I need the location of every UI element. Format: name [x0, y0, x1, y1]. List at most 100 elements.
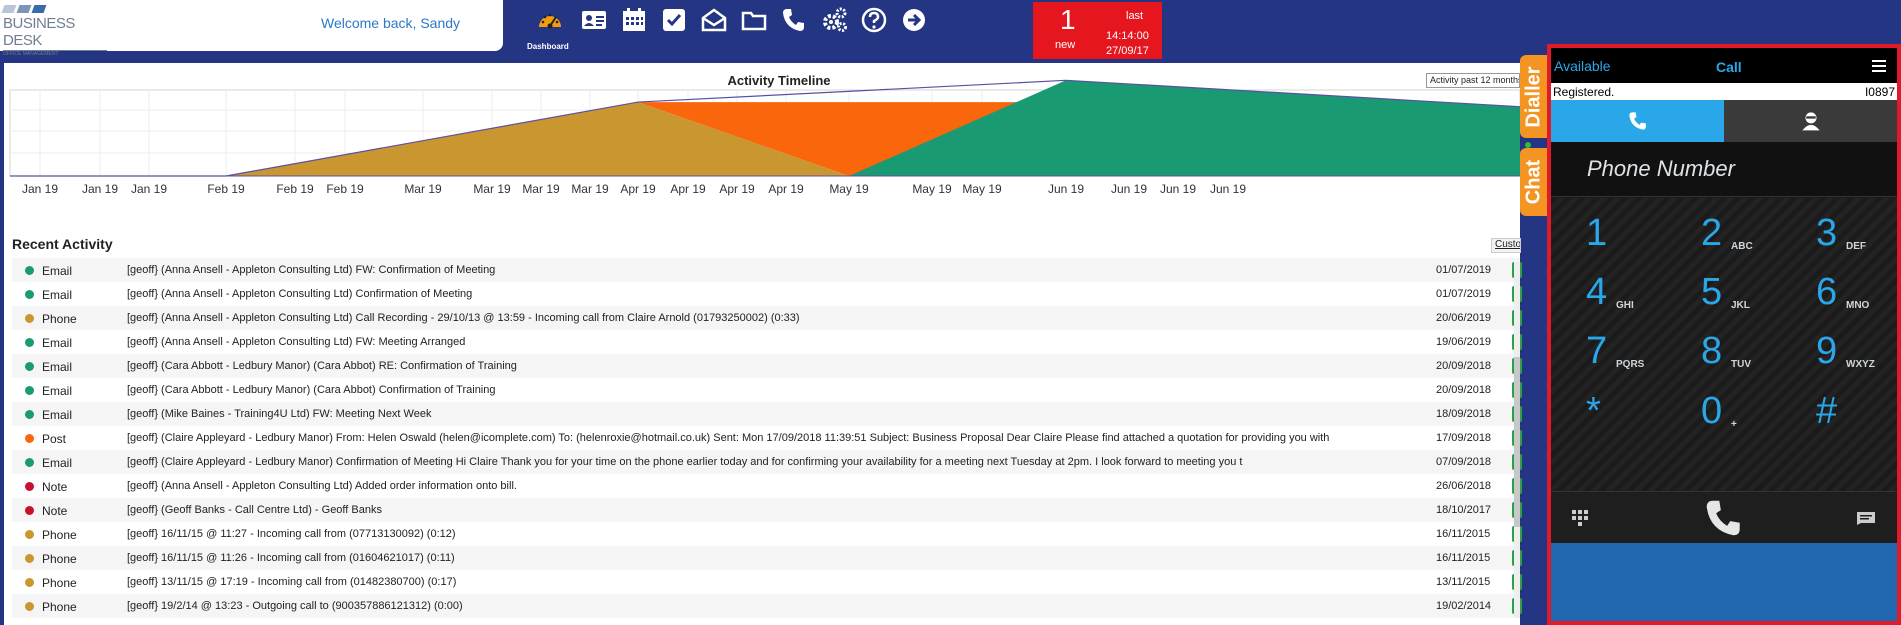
activity-date: 16/11/2015 — [1436, 528, 1491, 540]
notification-count: 1 — [1060, 4, 1076, 35]
dialler-header: Available Call — [1551, 48, 1897, 83]
activity-type-dot — [25, 482, 34, 491]
dialler-tabs — [1551, 100, 1897, 142]
dial-key-0[interactable]: 0 + — [1666, 376, 1782, 449]
logo-mark — [1, 5, 113, 13]
activity-row[interactable]: Phone [geoff} 13/11/15 @ 17:19 - Incoming… — [12, 570, 1522, 594]
header-panel: BUSINESS DESK OFFICE MANAGEMENT Welcome … — [0, 0, 503, 57]
activity-row[interactable]: Email [geoff} (Anna Ansell - Appleton Con… — [12, 330, 1522, 354]
dashboard-label[interactable]: Dashboard — [527, 42, 587, 51]
activity-description[interactable]: [geoff} 13/11/15 @ 17:19 - Incoming call… — [127, 576, 1427, 588]
phone-icon — [1628, 112, 1646, 130]
scrollbar-thumb[interactable] — [1514, 357, 1520, 527]
welcome-message: Welcome back, Sandy — [321, 15, 461, 31]
chat-tab[interactable]: Chat — [1520, 148, 1548, 216]
availability-status[interactable]: Available — [1554, 58, 1611, 74]
message-icon[interactable] — [1851, 492, 1881, 544]
activity-description[interactable]: [geoff} (Anna Ansell - Appleton Consulti… — [127, 288, 1427, 300]
tab-keypad[interactable] — [1551, 100, 1724, 142]
dialler-actions — [1551, 491, 1897, 543]
help-icon[interactable] — [857, 3, 891, 37]
tab-contacts[interactable] — [1724, 100, 1897, 142]
custom-button[interactable]: Custom — [1491, 238, 1521, 253]
activity-type-dot — [25, 386, 34, 395]
folder-icon[interactable] — [737, 3, 771, 37]
activity-description[interactable]: [geoff} (Cara Abbott - Ledbury Manor) (C… — [127, 384, 1427, 396]
chat-tab-label: Chat — [1522, 159, 1545, 205]
activity-date: 13/11/2015 — [1436, 576, 1491, 588]
activity-row[interactable]: Email [geoff} (Mike Baines - Training4U L… — [12, 402, 1522, 426]
dial-key-letters: JKL — [1731, 300, 1750, 311]
activity-row[interactable]: Phone [geoff} 19/2/14 @ 13:23 - Outgoing … — [12, 594, 1522, 618]
keypad-grid-icon[interactable] — [1565, 492, 1595, 544]
activity-type-dot — [25, 314, 34, 323]
activity-date: 20/09/2018 — [1436, 360, 1492, 372]
activity-type: Phone — [42, 600, 77, 614]
activity-type-dot — [25, 602, 34, 611]
tasks-check-icon[interactable] — [657, 3, 691, 37]
notification-box[interactable]: 1 new last 14:14:00 27/09/17 — [1033, 2, 1162, 59]
activity-row[interactable]: Phone [geoff} 16/11/15 @ 11:27 - Incoming… — [12, 522, 1522, 546]
activity-type: Note — [42, 480, 68, 494]
dial-key-digit: 1 — [1586, 212, 1608, 254]
logo[interactable]: BUSINESS DESK OFFICE MANAGEMENT — [1, 5, 113, 57]
notification-time: 14:14:00 — [1106, 30, 1149, 42]
dial-key-letters: DEF — [1846, 241, 1866, 252]
activity-description[interactable]: [geoff} (Anna Ansell - Appleton Consulti… — [127, 264, 1427, 276]
logo-name: BUSINESS DESK — [3, 15, 75, 49]
activity-type-dot — [25, 338, 34, 347]
dialler-footer — [1551, 543, 1897, 621]
activity-type: Phone — [42, 312, 77, 326]
dialler-tab-label: Dialler — [1522, 65, 1545, 128]
x-tick-label: Apr 19 — [620, 182, 656, 196]
x-tick-label: Feb 19 — [207, 182, 245, 196]
dashboard-gauge-icon[interactable] — [533, 3, 567, 37]
dial-key-letters: ABC — [1731, 241, 1753, 252]
activity-description[interactable]: [geoff} (Cara Abbott - Ledbury Manor) (C… — [127, 360, 1427, 372]
activity-date: 01/07/2019 — [1436, 264, 1492, 276]
activity-row[interactable]: Email [geoff} (Anna Ansell - Appleton Con… — [12, 258, 1522, 282]
activity-row[interactable]: Phone [geoff} (Anna Ansell - Appleton Con… — [12, 306, 1522, 330]
mail-icon[interactable] — [697, 3, 731, 37]
phone-icon[interactable] — [777, 3, 811, 37]
activity-description[interactable]: [geoff} (Mike Baines - Training4U Ltd) F… — [127, 408, 1427, 420]
activity-type-dot — [25, 554, 34, 563]
activity-description[interactable]: [geoff} (Anna Ansell - Appleton Consulti… — [127, 312, 1427, 324]
settings-gears-icon[interactable] — [817, 3, 851, 37]
activity-description[interactable]: [geoff} (Anna Ansell - Appleton Consulti… — [127, 336, 1427, 348]
activity-date: 17/09/2018 — [1436, 432, 1492, 444]
registered-text: Registered. — [1553, 85, 1615, 99]
dial-key-letters: MNO — [1846, 300, 1870, 311]
activity-row[interactable]: Email [geoff} (Anna Ansell - Appleton Con… — [12, 282, 1522, 306]
activity-scrollbar[interactable] — [1514, 262, 1520, 618]
contacts-card-icon[interactable] — [577, 3, 611, 37]
activity-type-dot — [25, 578, 34, 587]
logout-arrow-icon[interactable] — [897, 3, 931, 37]
activity-type: Email — [42, 288, 73, 302]
activity-row[interactable]: Note [geoff} (Anna Ansell - Appleton Cons… — [12, 474, 1522, 498]
activity-description[interactable]: [geoff} 16/11/15 @ 11:26 - Incoming call… — [127, 552, 1427, 564]
activity-row[interactable]: Phone [geoff} 16/11/15 @ 11:26 - Incoming… — [12, 546, 1522, 570]
dial-key-hash[interactable]: # — [1781, 376, 1897, 449]
activity-row[interactable]: Email [geoff} (Cara Abbott - Ledbury Mano… — [12, 378, 1522, 402]
calendar-icon[interactable] — [617, 3, 651, 37]
activity-description[interactable]: [geoff} 16/11/15 @ 11:27 - Incoming call… — [127, 528, 1427, 540]
dialler-tab[interactable]: Dialler — [1520, 55, 1548, 138]
hamburger-menu-icon[interactable] — [1869, 57, 1889, 77]
activity-description[interactable]: [geoff} (Claire Appleyard - Ledbury Mano… — [127, 456, 1427, 468]
dial-key-star[interactable]: * — [1551, 376, 1667, 449]
activity-date: 07/09/2018 — [1436, 456, 1492, 468]
activity-row[interactable]: Email [geoff} (Cara Abbott - Ledbury Mano… — [12, 354, 1522, 378]
call-button[interactable] — [1691, 492, 1757, 544]
activity-row[interactable]: Note [geoff} (Geoff Banks - Call Centre L… — [12, 498, 1522, 522]
activity-timeline-chart: Jan 19 Jan 19 Jan 19 Feb 19 Feb 19 Feb 19 Mar … — [9, 79, 1520, 196]
activity-date: 19/06/2019 — [1436, 336, 1492, 348]
activity-description[interactable]: [geoff} (Claire Appleyard - Ledbury Mano… — [127, 432, 1427, 444]
activity-description[interactable]: [geoff} 19/2/14 @ 13:23 - Outgoing call … — [127, 600, 1427, 612]
activity-description[interactable]: [geoff} (Geoff Banks - Call Centre Ltd) … — [127, 504, 1427, 516]
activity-description[interactable]: [geoff} (Anna Ansell - Appleton Consulti… — [127, 480, 1427, 492]
phone-number-input[interactable] — [1587, 152, 1877, 186]
activity-row[interactable]: Post [geoff} (Claire Appleyard - Ledbury … — [12, 426, 1522, 450]
activity-row[interactable]: Email [geoff} (Claire Appleyard - Ledbury… — [12, 450, 1522, 474]
dial-key-digit: * — [1586, 390, 1601, 432]
